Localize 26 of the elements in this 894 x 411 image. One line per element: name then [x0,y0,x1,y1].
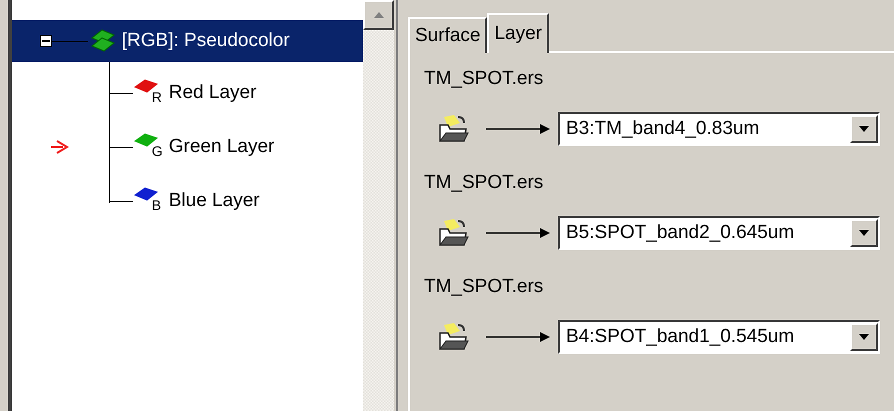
folder-icon [436,321,470,353]
scroll-up-button[interactable] [363,0,394,30]
tab[interactable]: Surface [408,17,488,53]
band-letter: B [152,198,162,212]
arrow-icon [486,331,550,343]
band-dropdown[interactable]: B4:SPOT_band1_0.545um [558,320,880,354]
dropdown-arrow-icon [859,334,869,340]
band-letter: R [152,90,162,104]
band-dropdown[interactable]: B3:TM_band4_0.83um [558,112,880,146]
file-label: TM_SPOT.ers [424,171,544,195]
collapse-toggle[interactable] [40,35,52,47]
up-arrow-icon [374,12,384,18]
dropdown-arrow-icon [859,230,869,236]
tree-item[interactable]: Blue Layer [168,186,260,216]
band-dropdown[interactable]: B5:SPOT_band2_0.645um [558,216,880,250]
tree-item[interactable]: Green Layer [168,132,274,162]
arrow-icon [486,227,550,239]
arrow-icon [486,123,550,135]
folder-icon [436,113,470,145]
tree-item[interactable]: Red Layer [168,78,256,108]
dropdown-arrow-icon [859,126,869,132]
folder-icon [436,217,470,249]
file-label: TM_SPOT.ers [424,275,544,299]
file-label: TM_SPOT.ers [424,67,544,91]
tab[interactable]: Layer [487,13,550,53]
band-letter: G [152,144,163,158]
